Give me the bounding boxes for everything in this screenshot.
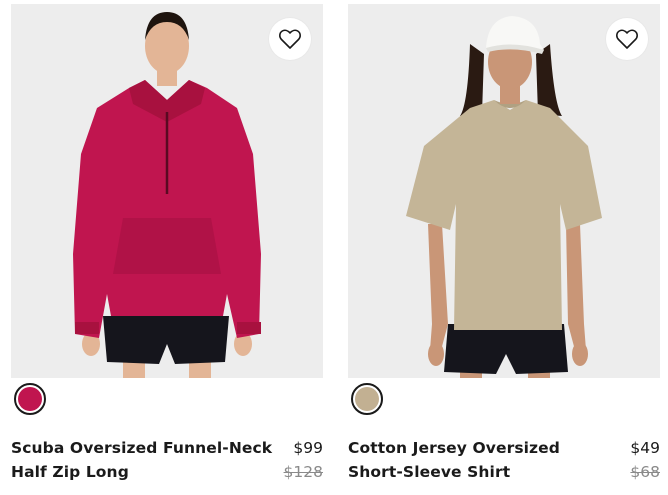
product-image[interactable] xyxy=(348,4,660,378)
product-price: $49 $68 xyxy=(630,436,660,484)
original-price: $128 xyxy=(283,463,323,481)
product-price: $99 $128 xyxy=(284,436,323,484)
product-photo xyxy=(11,4,323,378)
color-swatch[interactable] xyxy=(14,383,46,415)
product-image[interactable] xyxy=(11,4,323,378)
swatch-color xyxy=(18,387,42,411)
heart-outline-icon xyxy=(279,29,301,49)
product-grid: Scuba Oversized Funnel-Neck Half Zip Lon… xyxy=(0,0,668,495)
original-price: $68 xyxy=(630,463,660,481)
product-name[interactable]: Cotton Jersey Oversized Short-Sleeve Shi… xyxy=(348,436,610,484)
product-name[interactable]: Scuba Oversized Funnel-Neck Half Zip Lon… xyxy=(11,436,273,484)
swatch-color xyxy=(355,387,379,411)
color-swatch[interactable] xyxy=(351,383,383,415)
product-photo xyxy=(348,4,660,378)
favorite-button[interactable] xyxy=(269,18,311,60)
product-card[interactable]: Scuba Oversized Funnel-Neck Half Zip Lon… xyxy=(11,0,323,495)
sale-price: $99 xyxy=(293,439,323,457)
sale-price: $49 xyxy=(630,439,660,457)
product-card[interactable]: Cotton Jersey Oversized Short-Sleeve Shi… xyxy=(348,0,660,495)
favorite-button[interactable] xyxy=(606,18,648,60)
heart-outline-icon xyxy=(616,29,638,49)
